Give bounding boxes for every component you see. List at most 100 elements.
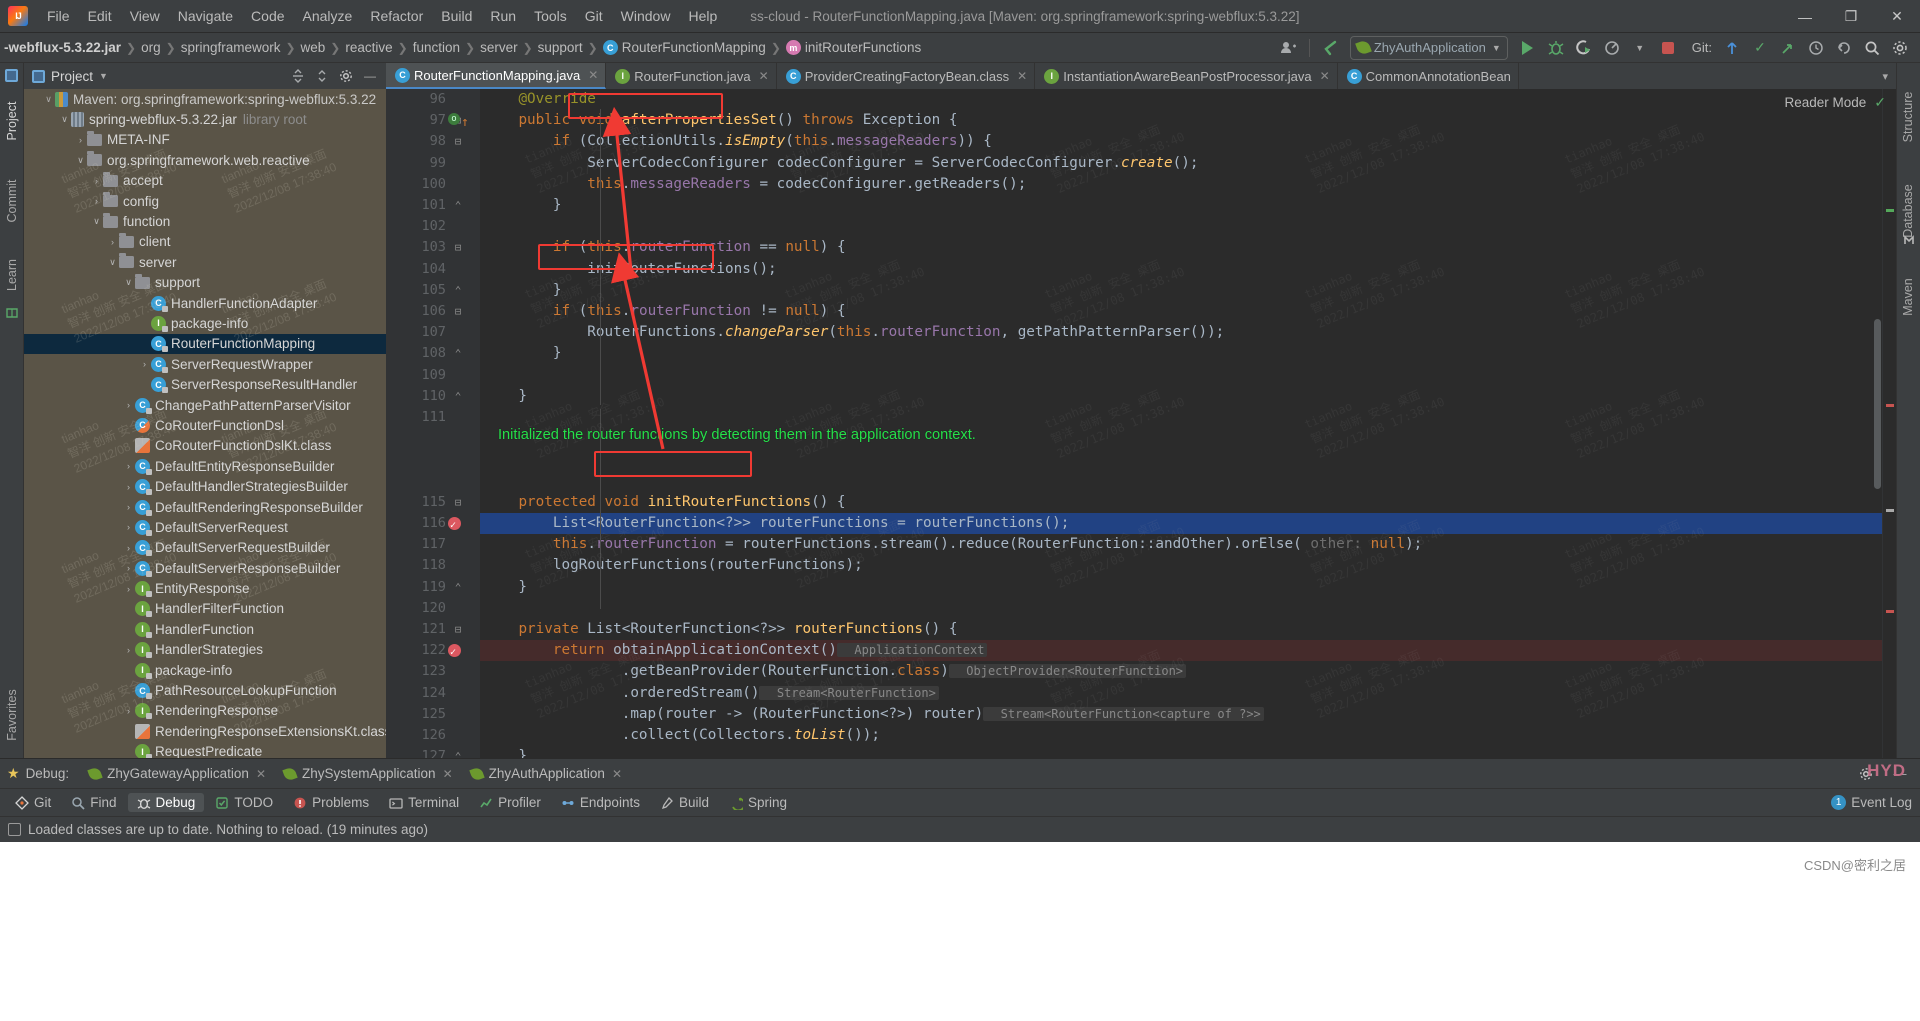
breadcrumb-item-server[interactable]: server — [478, 40, 520, 55]
run-button[interactable] — [1515, 36, 1541, 60]
debug-session-tabs[interactable]: ZhyGatewayApplication ✕ ZhySystemApplicati… — [81, 764, 632, 783]
tree-item[interactable]: › C DefaultServerRequest — [24, 517, 386, 537]
close-icon[interactable]: ✕ — [256, 767, 266, 781]
menu-item-refactor[interactable]: Refactor — [361, 5, 432, 27]
code-editor[interactable]: 96 @Override97⊟o↑ public void afterPrope… — [386, 89, 1896, 758]
tree-item[interactable]: RenderingResponseExtensionsKt.class — [24, 721, 386, 741]
code-line[interactable]: 124 .orderedStream() Stream<RouterFuncti… — [386, 683, 1896, 704]
breakpoint-icon[interactable] — [448, 642, 461, 663]
chevron-right-icon[interactable]: › — [122, 543, 135, 553]
close-icon[interactable]: ✕ — [612, 767, 622, 781]
code-line[interactable]: 96 @Override — [386, 89, 1896, 110]
tree-item[interactable]: C RouterFunctionMapping — [24, 333, 386, 355]
stripe-tab-favorites[interactable]: Favorites — [0, 675, 24, 755]
chevron-right-icon[interactable]: › — [74, 135, 87, 145]
stripe-tab-commit[interactable]: Commit — [0, 161, 24, 241]
tree-item[interactable]: ∨ server — [24, 252, 386, 272]
tree-item[interactable]: C HandlerFunctionAdapter — [24, 293, 386, 313]
chevron-right-icon[interactable]: › — [122, 400, 135, 410]
chevron-down-icon[interactable]: ∨ — [106, 257, 119, 268]
debug-tab-zhyauthapplication[interactable]: ZhyAuthApplication ✕ — [463, 764, 630, 783]
tree-item[interactable]: › C DefaultServerResponseBuilder — [24, 558, 386, 578]
minimize-button[interactable]: — — [1782, 0, 1828, 33]
tree-item[interactable]: › accept — [24, 171, 386, 191]
menu-item-file[interactable]: File — [38, 5, 79, 27]
chevron-down-icon[interactable]: ▾ — [1874, 63, 1896, 89]
tree-item[interactable]: I HandlerFilterFunction — [24, 599, 386, 619]
chevron-right-icon[interactable]: › — [122, 706, 135, 716]
editor-tab-routerfunctionjava[interactable]: I RouterFunction.java ✕ — [606, 63, 777, 89]
close-button[interactable]: ✕ — [1874, 0, 1920, 33]
debug-tab-zhygatewayapplication[interactable]: ZhyGatewayApplication ✕ — [81, 764, 274, 783]
code-line[interactable]: 111 — [386, 407, 1896, 428]
tree-item[interactable]: › C DefaultRenderingResponseBuilder — [24, 497, 386, 517]
close-icon[interactable]: ✕ — [443, 767, 453, 781]
tree-item[interactable]: ∨ org.springframework.web.reactive — [24, 150, 386, 170]
breadcrumb-item-webflux5322jar[interactable]: -webflux-5.3.22.jar — [2, 40, 123, 55]
code-line[interactable]: 106 ⊟ if (this.routerFunction != null) { — [386, 301, 1896, 322]
menu-item-view[interactable]: View — [121, 5, 169, 27]
tree-item[interactable]: ∨ support — [24, 273, 386, 293]
fold-end-icon[interactable]: ⌃ — [452, 195, 464, 216]
editor-scrollbar-thumb[interactable] — [1874, 319, 1881, 489]
fold-collapse-icon[interactable]: ⊟ — [452, 619, 464, 640]
chevron-right-icon[interactable]: › — [122, 584, 135, 594]
favorite-star-icon[interactable]: ★ — [7, 765, 20, 782]
close-icon[interactable]: ✕ — [588, 68, 598, 82]
chevron-right-icon[interactable]: › — [122, 482, 135, 492]
breadcrumb-item-web[interactable]: web — [299, 40, 328, 55]
tool-window-spring[interactable]: Spring — [720, 793, 796, 812]
code-line[interactable]: 97⊟o↑ public void afterPropertiesSet() t… — [386, 110, 1896, 131]
breadcrumb-item-routerfunctionmapping[interactable]: C RouterFunctionMapping — [601, 40, 768, 55]
fold-collapse-icon[interactable]: ⊟ — [452, 237, 464, 258]
editor-tab-bar[interactable]: C RouterFunctionMapping.java ✕ I RouterFunct… — [386, 63, 1896, 89]
menu-item-run[interactable]: Run — [481, 5, 525, 27]
learn-stripe-icon[interactable] — [5, 306, 19, 320]
menu-item-help[interactable]: Help — [679, 5, 726, 27]
stop-button[interactable] — [1655, 36, 1681, 60]
search-everywhere-icon[interactable] — [1859, 36, 1885, 60]
code-line[interactable]: 108 ⌃ } — [386, 343, 1896, 364]
menu-item-build[interactable]: Build — [432, 5, 481, 27]
run-with-coverage-button[interactable] — [1571, 36, 1597, 60]
tool-window-terminal[interactable]: Terminal — [380, 793, 468, 812]
code-line[interactable]: 105 ⌃ } — [386, 280, 1896, 301]
settings-icon[interactable] — [1887, 36, 1913, 60]
menu-item-code[interactable]: Code — [242, 5, 293, 27]
stripe-tab-learn[interactable]: Learn — [0, 235, 24, 315]
maven-stripe-icon[interactable] — [1902, 233, 1916, 247]
code-line[interactable]: 116 List<RouterFunction<?>> routerFuncti… — [386, 513, 1896, 536]
reader-mode-indicator[interactable]: Reader Mode ✓ — [1714, 89, 1894, 115]
editor-overview-scrollbar[interactable] — [1882, 89, 1896, 758]
chevron-right-icon[interactable]: › — [138, 359, 151, 369]
editor-tab-providercreatingfactorybeanclass[interactable]: C ProviderCreatingFactoryBean.class ✕ — [777, 63, 1036, 89]
hide-icon[interactable]: — — [358, 65, 382, 87]
tool-window-problems[interactable]: Problems — [284, 793, 378, 812]
tree-item[interactable]: ∨ function — [24, 211, 386, 231]
code-line[interactable]: 120 — [386, 598, 1896, 619]
menu-item-tools[interactable]: Tools — [525, 5, 576, 27]
main-menu[interactable]: File Edit View Navigate Code Analyze Refactor B… — [38, 0, 726, 32]
tree-item[interactable]: › config — [24, 191, 386, 211]
tree-item[interactable]: ∨ Maven: org.springframework:spring-webfl… — [24, 89, 386, 109]
chevron-right-icon[interactable]: › — [90, 176, 103, 186]
tool-window-buttons[interactable]: Git Find Debug TODO Problems Terminal Profiler… — [0, 793, 798, 812]
tool-window-profiler[interactable]: Profiler — [470, 793, 550, 812]
chevron-right-icon[interactable]: › — [122, 502, 135, 512]
breadcrumb-item-org[interactable]: org — [139, 40, 163, 55]
fold-collapse-icon[interactable]: ⊟ — [452, 301, 464, 322]
debug-tab-zhysystemapplication[interactable]: ZhySystemApplication ✕ — [276, 764, 461, 783]
close-icon[interactable]: ✕ — [1320, 69, 1330, 83]
close-icon[interactable]: ✕ — [1017, 69, 1027, 83]
tree-item[interactable]: Ipackage-info — [24, 660, 386, 680]
close-icon[interactable]: ✕ — [759, 69, 769, 83]
update-project-icon[interactable] — [1719, 36, 1745, 60]
code-line[interactable]: 103 ⊟ if (this.routerFunction == null) { — [386, 237, 1896, 258]
tool-window-find[interactable]: Find — [62, 793, 125, 812]
fold-collapse-icon[interactable]: ⊟ — [452, 131, 464, 152]
debug-button[interactable] — [1543, 36, 1569, 60]
code-line[interactable]: 125 .map(router -> (RouterFunction<?>) r… — [386, 704, 1896, 725]
editor-tab-routerfunctionmappingjava[interactable]: C RouterFunctionMapping.java ✕ — [386, 63, 607, 89]
code-line[interactable]: 123 .getBeanProvider(RouterFunction.clas… — [386, 661, 1896, 682]
code-line[interactable]: 119 ⌃ } — [386, 577, 1896, 598]
